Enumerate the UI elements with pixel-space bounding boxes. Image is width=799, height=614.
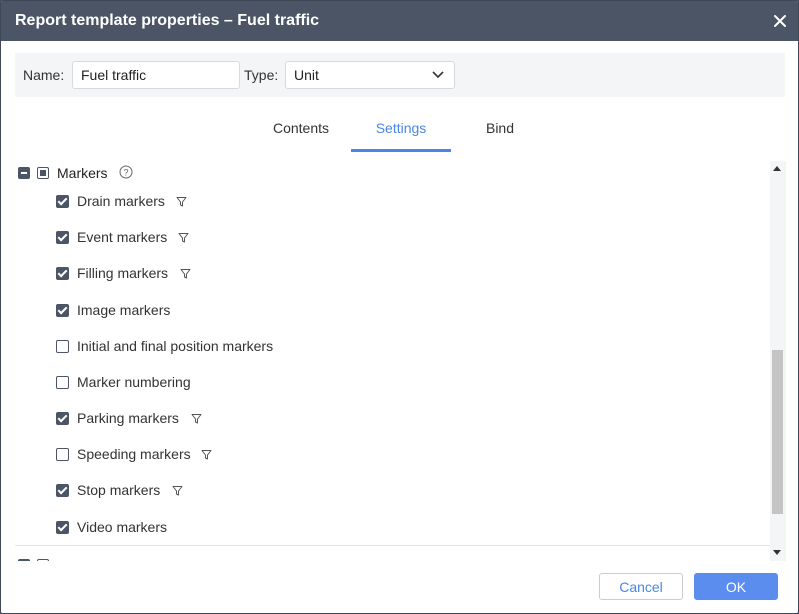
checkbox-event-markers[interactable] bbox=[56, 231, 69, 244]
markers-group-checkbox[interactable] bbox=[37, 167, 49, 179]
checkbox-marker-numbering[interactable] bbox=[56, 376, 69, 389]
item-label: Video markers bbox=[77, 519, 168, 535]
list-item: Video markers bbox=[1, 516, 761, 540]
title-bar: Report template properties – Fuel traffi… bbox=[1, 1, 798, 41]
item-label: Event markers bbox=[77, 229, 168, 245]
type-label: Type: bbox=[244, 67, 279, 83]
name-type-row: Name: Type: Unit bbox=[15, 53, 785, 97]
checkbox-image-markers[interactable] bbox=[56, 304, 69, 317]
report-template-dialog: Report template properties – Fuel traffi… bbox=[0, 0, 799, 614]
checkbox-initial-final-position-markers[interactable] bbox=[56, 340, 69, 353]
tab-bar: Contents Settings Bind bbox=[1, 113, 798, 153]
list-item: Event markers bbox=[1, 226, 761, 250]
type-select[interactable]: Unit bbox=[285, 61, 455, 89]
next-group-row bbox=[1, 553, 761, 561]
item-label: Filling markers bbox=[77, 265, 169, 281]
list-item: Marker numbering bbox=[1, 371, 761, 395]
scroll-down-icon[interactable] bbox=[773, 550, 781, 555]
help-circle-icon[interactable]: ? bbox=[119, 165, 133, 179]
vertical-scrollbar[interactable] bbox=[770, 161, 786, 561]
collapse-toggle[interactable] bbox=[18, 167, 30, 179]
list-item: Drain markers bbox=[1, 190, 761, 214]
cancel-button[interactable]: Cancel bbox=[599, 573, 683, 600]
settings-content: Markers ? Drain markers Event markers Fi… bbox=[1, 161, 770, 561]
checkbox-video-markers[interactable] bbox=[56, 521, 69, 534]
list-item: Parking markers bbox=[1, 407, 761, 431]
checkbox-filling-markers[interactable] bbox=[56, 267, 69, 280]
name-input[interactable] bbox=[72, 61, 240, 89]
tab-bind[interactable]: Bind bbox=[471, 113, 529, 153]
dialog-title: Report template properties – Fuel traffi… bbox=[15, 12, 320, 29]
checkbox-parking-markers[interactable] bbox=[56, 412, 69, 425]
group-separator bbox=[15, 545, 770, 546]
markers-group-row: Markers ? bbox=[1, 161, 761, 185]
tab-settings[interactable]: Settings bbox=[351, 113, 451, 153]
item-label: Speeding markers bbox=[77, 446, 191, 462]
list-item: Filling markers bbox=[1, 262, 761, 286]
item-label: Stop markers bbox=[77, 482, 161, 498]
close-icon bbox=[774, 15, 786, 27]
list-item: Initial and final position markers bbox=[1, 335, 761, 359]
checkbox-speeding-markers[interactable] bbox=[56, 448, 69, 461]
filter-icon[interactable] bbox=[176, 196, 187, 207]
type-select-value: Unit bbox=[294, 67, 319, 83]
ok-button[interactable]: OK bbox=[694, 573, 778, 600]
checkbox-stop-markers[interactable] bbox=[56, 484, 69, 497]
expand-toggle[interactable] bbox=[18, 559, 30, 561]
filter-icon[interactable] bbox=[201, 449, 212, 460]
item-label: Initial and final position markers bbox=[77, 338, 274, 354]
list-item: Speeding markers bbox=[1, 443, 761, 467]
list-item: Stop markers bbox=[1, 479, 761, 503]
checkbox-drain-markers[interactable] bbox=[56, 195, 69, 208]
active-tab-indicator bbox=[351, 149, 451, 152]
list-item: Image markers bbox=[1, 299, 761, 323]
dialog-footer: Cancel OK bbox=[1, 562, 798, 613]
scrollbar-thumb[interactable] bbox=[772, 350, 783, 514]
filter-icon[interactable] bbox=[178, 232, 189, 243]
item-label: Marker numbering bbox=[77, 374, 191, 390]
tab-contents[interactable]: Contents bbox=[263, 113, 339, 153]
next-group-checkbox[interactable] bbox=[37, 559, 49, 561]
item-label: Image markers bbox=[77, 302, 171, 318]
filter-icon[interactable] bbox=[191, 413, 202, 424]
filter-icon[interactable] bbox=[172, 485, 183, 496]
markers-group-label: Markers bbox=[57, 165, 108, 181]
svg-text:?: ? bbox=[123, 168, 128, 178]
item-label: Parking markers bbox=[77, 410, 179, 426]
scroll-up-icon[interactable] bbox=[773, 166, 781, 171]
close-button[interactable] bbox=[770, 11, 790, 31]
name-label: Name: bbox=[23, 67, 65, 83]
item-label: Drain markers bbox=[77, 193, 165, 209]
filter-icon[interactable] bbox=[180, 268, 191, 279]
chevron-down-icon bbox=[432, 71, 444, 79]
